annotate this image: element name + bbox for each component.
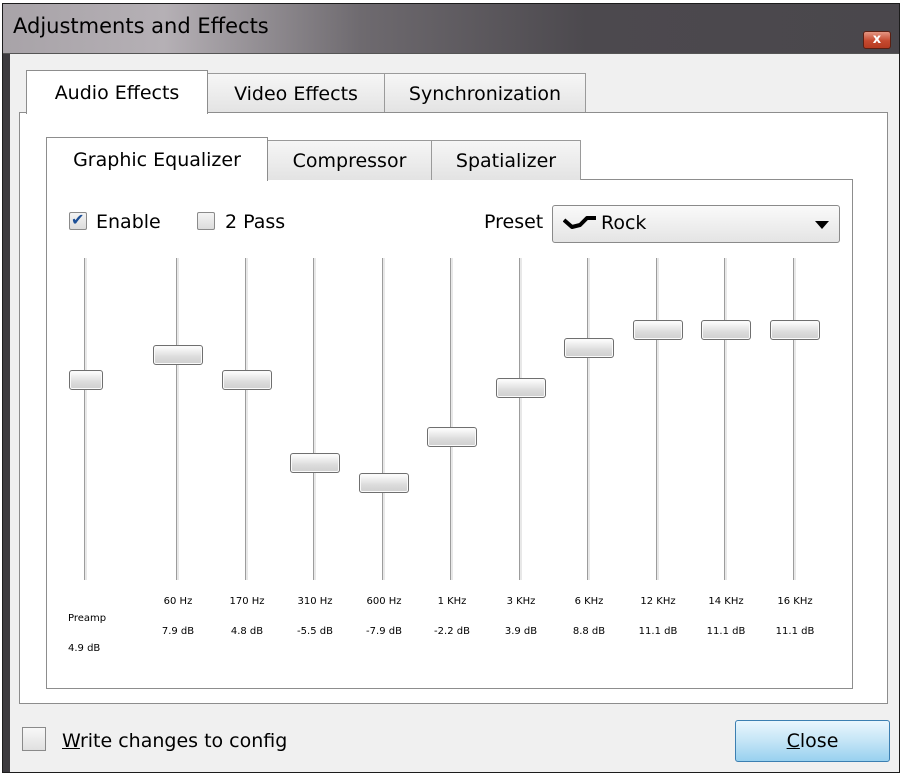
band-slider-thumb[interactable] [222, 370, 272, 391]
band-gain-label: -5.5 dB [297, 626, 333, 637]
band-frequency-label: 6 KHz [574, 596, 604, 607]
band-gain-label: -7.9 dB [366, 626, 402, 637]
band-slider-thumb[interactable] [633, 319, 683, 340]
band-slider-track[interactable] [519, 258, 523, 580]
window-border-left [3, 54, 10, 772]
band-gain-label: 3.9 dB [504, 626, 538, 637]
band-frequency-label: 14 KHz [708, 596, 744, 607]
band-slider-track[interactable] [450, 258, 454, 580]
rock-curve-icon [563, 216, 596, 229]
close-accel: C [786, 730, 800, 752]
tab-synchronization[interactable]: Synchronization [384, 73, 586, 113]
band-slider-thumb[interactable] [564, 338, 614, 359]
preset-value: Rock [601, 212, 647, 234]
title-bar[interactable]: Adjustments and Effects x [3, 4, 899, 54]
band-slider-thumb[interactable] [701, 319, 751, 340]
band-slider-track[interactable] [587, 258, 591, 580]
band-slider-thumb[interactable] [770, 319, 820, 340]
band-frequency-label: 3 KHz [506, 596, 536, 607]
two-pass-checkbox[interactable] [197, 212, 215, 230]
band-slider-thumb[interactable] [290, 453, 340, 474]
close-rest: lose [799, 730, 839, 752]
tab-graphic-equalizer[interactable]: Graphic Equalizer [46, 137, 268, 181]
tab-compressor[interactable]: Compressor [267, 140, 432, 180]
band-frequency-label: 1 KHz [437, 596, 467, 607]
write-config-rest: rite changes to config [79, 730, 288, 752]
band-gain-label: 11.1 dB [638, 626, 678, 637]
preamp-label: Preamp [68, 613, 107, 624]
enable-label: Enable [96, 211, 161, 233]
close-button[interactable]: Close [735, 720, 890, 762]
band-slider-thumb[interactable] [496, 377, 546, 398]
band-slider-track[interactable] [724, 258, 728, 580]
preset-label: Preset [484, 211, 544, 233]
preamp-slider-track[interactable] [84, 258, 88, 580]
band-slider-thumb[interactable] [359, 472, 409, 493]
write-config-checkbox[interactable] [22, 727, 46, 751]
band-gain-label: 7.9 dB [161, 626, 195, 637]
band-gain-label: 11.1 dB [706, 626, 746, 637]
preamp-value: 4.9 dB [68, 643, 101, 654]
band-frequency-label: 60 Hz [163, 596, 193, 607]
write-config-accel: W [62, 730, 80, 752]
preamp-slider-thumb[interactable] [69, 369, 103, 390]
band-slider-track[interactable] [656, 258, 660, 580]
chevron-down-icon [815, 221, 829, 229]
close-window-icon[interactable]: x [863, 31, 891, 49]
band-slider-track[interactable] [793, 258, 797, 580]
enable-checkbox[interactable] [69, 210, 87, 230]
band-slider-thumb[interactable] [427, 426, 477, 447]
band-frequency-label: 12 KHz [640, 596, 676, 607]
band-gain-label: 8.8 dB [572, 626, 606, 637]
band-gain-label: 4.8 dB [230, 626, 264, 637]
preset-dropdown[interactable]: Rock [552, 205, 840, 243]
tab-audio-effects[interactable]: Audio Effects [26, 70, 208, 114]
band-gain-label: 11.1 dB [775, 626, 815, 637]
band-slider-track[interactable] [313, 258, 317, 580]
write-config-label: Write changes to config [62, 730, 287, 752]
band-slider-track[interactable] [382, 258, 386, 580]
window-title: Adjustments and Effects [13, 14, 269, 38]
band-gain-label: -2.2 dB [434, 626, 470, 637]
band-frequency-label: 600 Hz [366, 596, 402, 607]
band-frequency-label: 16 KHz [777, 596, 813, 607]
band-frequency-label: 310 Hz [297, 596, 333, 607]
tab-spatializer[interactable]: Spatializer [431, 140, 581, 180]
band-slider-track[interactable] [245, 258, 249, 580]
band-slider-thumb[interactable] [153, 345, 203, 366]
tab-video-effects[interactable]: Video Effects [207, 73, 385, 113]
two-pass-label: 2 Pass [225, 211, 286, 233]
band-frequency-label: 170 Hz [229, 596, 265, 607]
band-slider-track[interactable] [176, 258, 180, 580]
